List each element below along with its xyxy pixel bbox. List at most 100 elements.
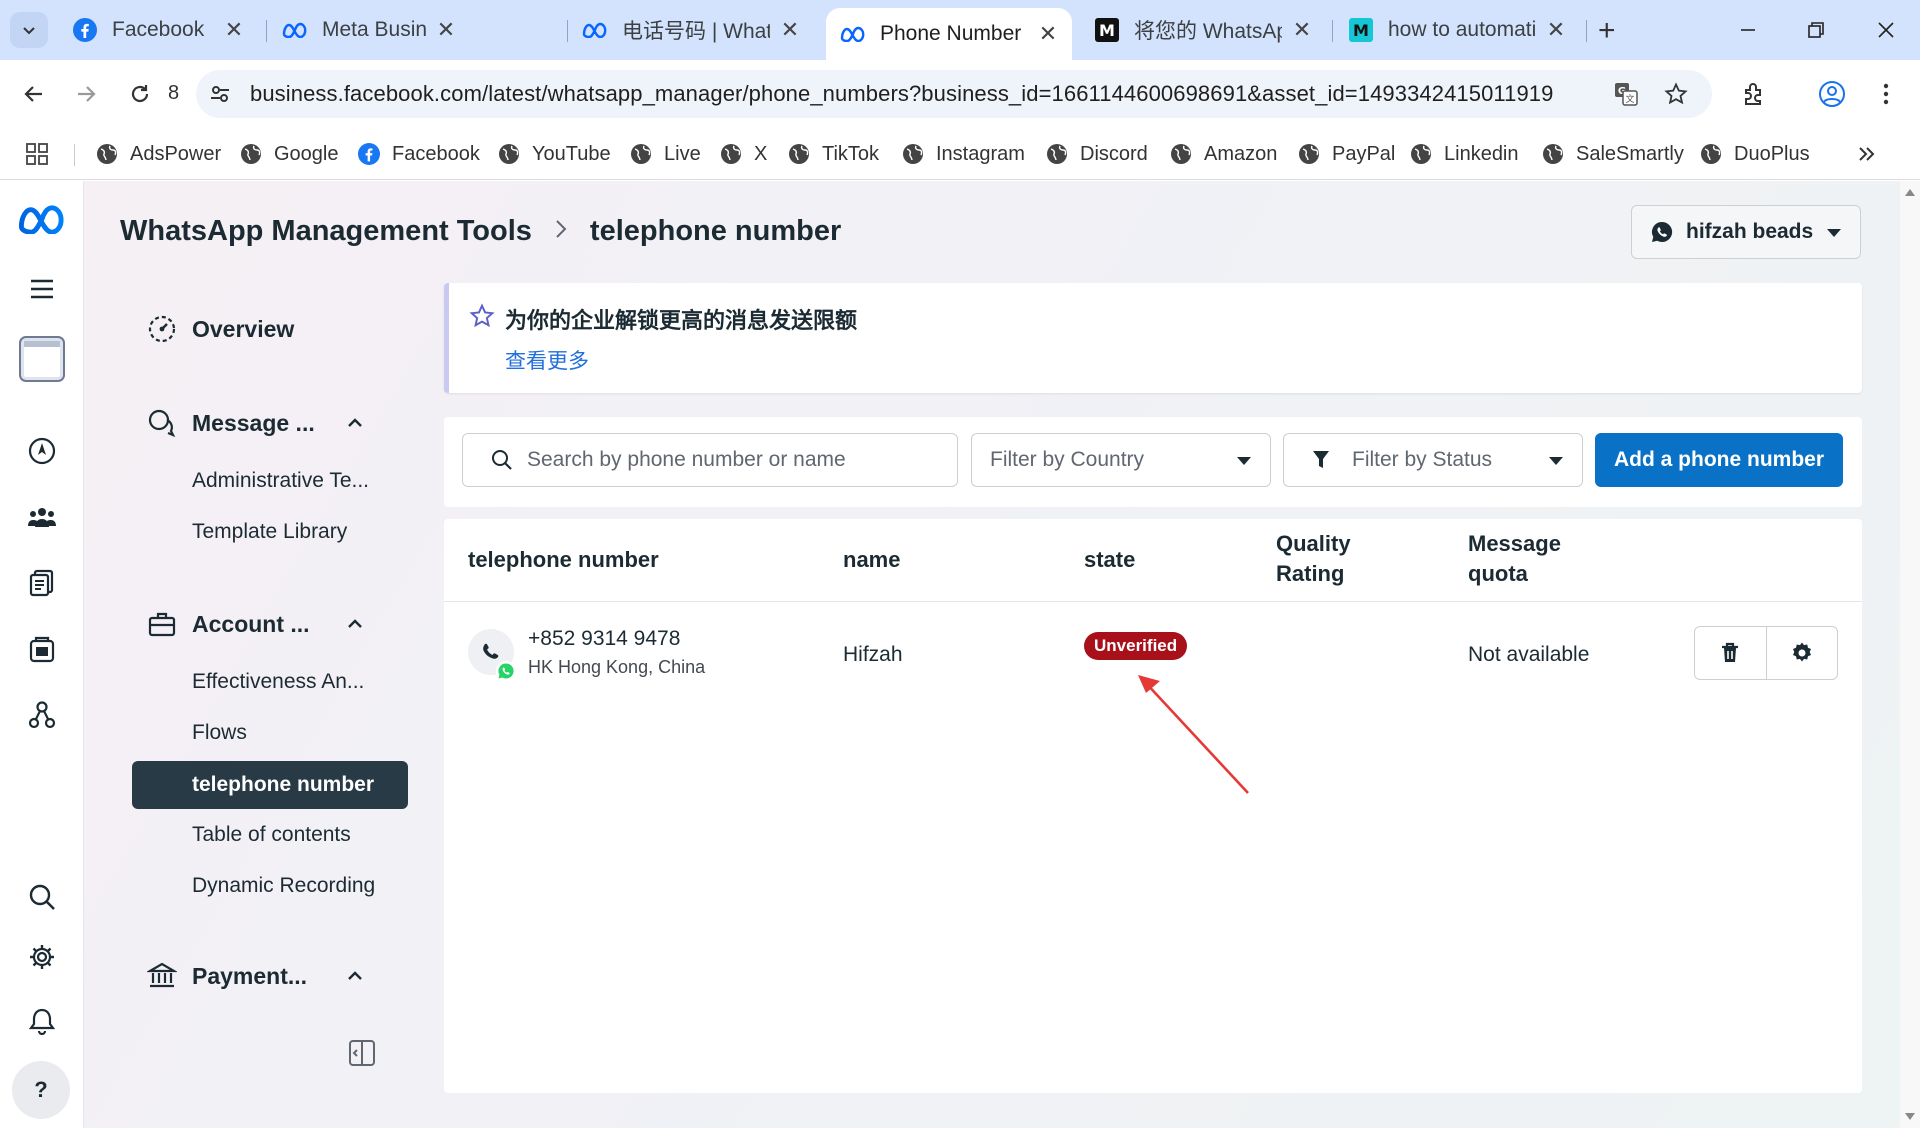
forward-button[interactable]	[66, 74, 106, 114]
pages-icon[interactable]	[22, 563, 62, 603]
close-icon[interactable]: ✕	[780, 17, 800, 43]
chevron-up-icon[interactable]	[344, 412, 366, 434]
chevron-up-icon[interactable]	[344, 613, 366, 635]
bookmark-item[interactable]: PayPal	[1298, 138, 1395, 170]
bookmark-item[interactable]: SaleSmartly	[1542, 138, 1684, 170]
bookmark-label: TikTok	[822, 142, 880, 165]
close-icon[interactable]: ✕	[436, 17, 456, 43]
nav-overview[interactable]: Overview	[146, 313, 294, 345]
back-button[interactable]	[14, 74, 54, 114]
settings-gear-icon[interactable]	[22, 937, 62, 977]
browser-tab[interactable]: Meta Business Su ✕	[268, 8, 470, 52]
bookmark-label: YouTube	[532, 142, 611, 165]
scroll-up-arrow-icon[interactable]	[1904, 187, 1916, 197]
tab-title: Facebook	[112, 18, 205, 41]
translate-icon[interactable]: G文	[1606, 74, 1646, 114]
browser-tab-strip: Facebook ✕ Meta Business Su ✕ 电话号码 | Wha…	[0, 0, 1920, 60]
compass-icon[interactable]	[22, 431, 62, 471]
bookmark-item[interactable]: Amazon	[1170, 138, 1277, 170]
nav-item-dynamic-recording[interactable]: Dynamic Recording	[192, 874, 375, 898]
bookmark-item[interactable]: Discord	[1046, 138, 1148, 170]
close-icon	[1878, 22, 1894, 38]
facebook-icon	[72, 17, 98, 43]
browser-tab[interactable]: 电话号码 | Whats/ ✕	[568, 8, 814, 52]
column-header-phone[interactable]: telephone number	[468, 545, 659, 575]
nav-item-flows[interactable]: Flows	[192, 721, 247, 745]
extensions-icon[interactable]	[1734, 74, 1774, 114]
restore-button[interactable]	[1796, 10, 1836, 50]
browser-tab[interactable]: Facebook ✕	[58, 8, 258, 52]
help-icon[interactable]: ?	[12, 1061, 70, 1119]
bookmark-item[interactable]: Instagram	[902, 138, 1025, 170]
tab-search-button[interactable]	[10, 12, 48, 48]
nav-item-telephone-number[interactable]: telephone number	[132, 761, 408, 809]
bell-icon[interactable]	[22, 1001, 62, 1041]
nav-item-template-library[interactable]: Template Library	[192, 520, 347, 544]
close-icon[interactable]: ✕	[1292, 17, 1312, 43]
people-icon[interactable]	[22, 497, 62, 537]
browser-tab[interactable]: M 将您的 WhatsApp ✕	[1080, 8, 1326, 52]
bookmark-label: PayPal	[1332, 142, 1396, 165]
bookmark-item[interactable]: X	[720, 138, 767, 170]
column-header-name[interactable]: name	[843, 545, 900, 575]
chevron-up-icon[interactable]	[344, 965, 366, 987]
bookmark-label: Google	[274, 142, 339, 165]
url-text[interactable]: business.facebook.com/latest/whatsapp_ma…	[250, 81, 1553, 107]
breadcrumb-root[interactable]: WhatsApp Management Tools	[120, 215, 532, 248]
account-switcher-button[interactable]: hifzah beads	[1631, 205, 1861, 259]
column-header-quota[interactable]: Message quota	[1468, 529, 1588, 589]
add-phone-number-button[interactable]: Add a phone number	[1595, 433, 1843, 487]
bookmark-item[interactable]: DuoPlus	[1700, 138, 1810, 170]
page-scrollbar[interactable]	[1900, 181, 1920, 1128]
reload-button[interactable]	[120, 74, 160, 114]
bookmark-item[interactable]: Google	[240, 138, 339, 170]
nav-section-payment[interactable]: Payment...	[146, 960, 307, 992]
settings-button[interactable]	[1765, 627, 1838, 679]
site-info-icon[interactable]	[200, 74, 240, 114]
browser-menu-icon[interactable]	[1866, 74, 1906, 114]
close-icon[interactable]: ✕	[1038, 21, 1058, 47]
banner-link[interactable]: 查看更多	[505, 345, 589, 375]
status-filter-dropdown[interactable]: Filter by Status	[1283, 433, 1583, 487]
new-tab-button[interactable]: +	[1598, 14, 1616, 48]
more-bookmarks-icon[interactable]	[1856, 138, 1876, 170]
delete-button[interactable]	[1695, 627, 1766, 679]
hamburger-menu-icon[interactable]	[22, 269, 62, 309]
close-icon[interactable]: ✕	[1546, 17, 1566, 43]
collapse-sidebar-icon[interactable]	[348, 1039, 376, 1072]
browser-tab[interactable]: M how to automatic ✕	[1334, 8, 1580, 52]
icon-rail: ?	[0, 181, 84, 1128]
caret-down-icon	[1236, 448, 1252, 472]
nav-section-message[interactable]: Message ...	[146, 407, 315, 439]
minimize-button[interactable]	[1728, 10, 1768, 50]
bookmark-item[interactable]: Facebook	[358, 138, 480, 170]
nav-item-effectiveness[interactable]: Effectiveness An...	[192, 670, 364, 694]
close-icon[interactable]: ✕	[224, 17, 244, 43]
column-header-quality[interactable]: Quality Rating	[1276, 529, 1386, 589]
search-input[interactable]: Search by phone number or name	[462, 433, 958, 487]
catalog-icon[interactable]	[22, 629, 62, 669]
profile-icon[interactable]	[1812, 74, 1852, 114]
bookmark-item[interactable]: Live	[630, 138, 701, 170]
apps-icon[interactable]	[26, 138, 48, 170]
business-account-icon[interactable]	[18, 335, 66, 383]
nav-item-administrative[interactable]: Administrative Te...	[192, 469, 369, 493]
scroll-down-arrow-icon[interactable]	[1904, 1112, 1916, 1122]
bookmark-item[interactable]: YouTube	[498, 138, 611, 170]
window-close-button[interactable]	[1866, 10, 1906, 50]
meta-icon	[282, 17, 308, 43]
column-header-state[interactable]: state	[1084, 545, 1135, 575]
bookmark-item[interactable]: TikTok	[788, 138, 879, 170]
browser-tab-active[interactable]: Phone Number | ✕	[826, 8, 1072, 60]
address-bar[interactable]: business.facebook.com/latest/whatsapp_ma…	[196, 70, 1712, 118]
bookmark-star-icon[interactable]	[1656, 74, 1696, 114]
nav-section-account[interactable]: Account ...	[146, 608, 310, 640]
bookmark-item[interactable]: Linkedin	[1410, 138, 1519, 170]
nav-section-label: Message ...	[192, 409, 315, 436]
integrations-icon[interactable]	[22, 695, 62, 735]
search-icon[interactable]	[22, 877, 62, 917]
bookmark-item[interactable]: AdsPower	[96, 138, 221, 170]
meta-logo-icon[interactable]	[16, 199, 68, 239]
country-filter-dropdown[interactable]: Filter by Country	[971, 433, 1271, 487]
nav-item-table-of-contents[interactable]: Table of contents	[192, 823, 351, 847]
